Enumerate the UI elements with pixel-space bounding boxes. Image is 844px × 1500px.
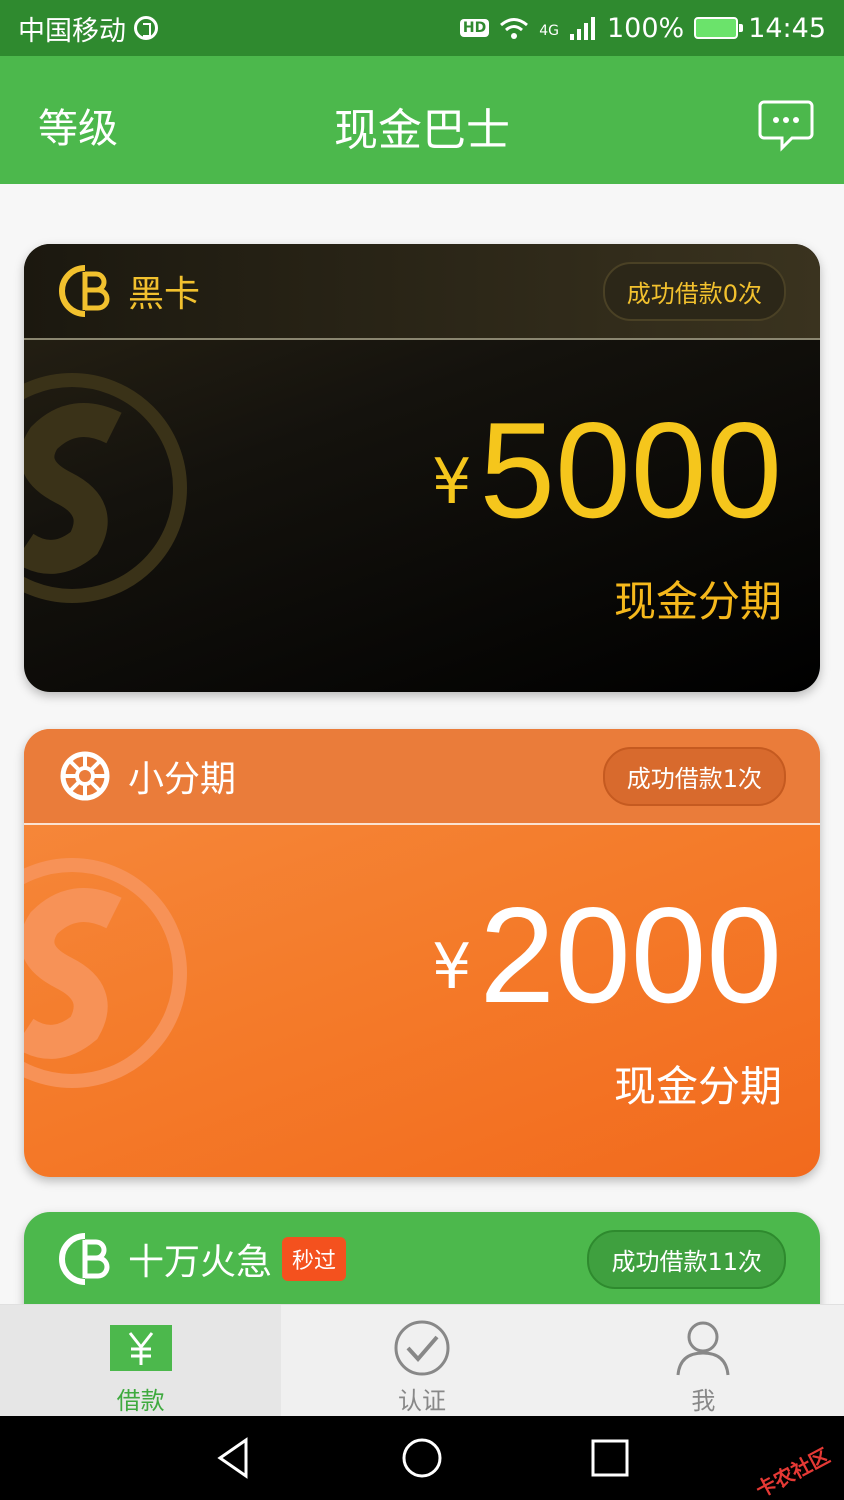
currency-symbol: ¥ xyxy=(432,445,472,518)
system-nav-bar: 卡农社区 xyxy=(0,1416,844,1500)
hd-icon: HD xyxy=(459,19,490,37)
tab-verify[interactable]: 认证 xyxy=(281,1305,562,1416)
clock: 14:45 xyxy=(748,12,826,44)
loan-card-black[interactable]: 黑卡 成功借款0次 ¥ 5000 现金分期 xyxy=(24,244,820,692)
back-icon[interactable] xyxy=(212,1436,256,1480)
carrier-logo-icon xyxy=(134,16,158,40)
tab-loan[interactable]: 借款 xyxy=(0,1305,282,1416)
card-subtitle: 现金分期 xyxy=(613,1062,782,1111)
tab-label: 借款 xyxy=(116,1387,165,1415)
bottom-tab-bar: 借款 认证 我 xyxy=(0,1304,844,1416)
divider xyxy=(24,338,820,340)
loan-count-badge: 成功借款0次 xyxy=(602,261,786,321)
card-name: 黑卡 xyxy=(128,274,201,315)
tab-label: 我 xyxy=(691,1387,716,1415)
app-bar: 等级 现金巴士 xyxy=(0,56,844,184)
divider xyxy=(24,823,820,825)
card-subtitle: 现金分期 xyxy=(613,577,782,626)
watermark-logo: 卡农社区 xyxy=(751,1443,834,1500)
tab-me[interactable]: 我 xyxy=(563,1305,844,1416)
dollar-coin-icon xyxy=(24,373,187,603)
home-icon[interactable] xyxy=(400,1436,444,1480)
card-name: 十万火急 xyxy=(128,1242,273,1283)
amount-display: ¥ 5000 xyxy=(432,402,782,538)
loan-count-badge: 成功借款11次 xyxy=(587,1229,786,1289)
person-icon xyxy=(676,1321,730,1376)
battery-icon xyxy=(694,17,744,39)
loan-card-orange[interactable]: 小分期 成功借款1次 ¥ 2000 现金分期 xyxy=(24,729,820,1177)
fast-approval-tag: 秒过 xyxy=(282,1237,347,1281)
cb-logo-icon xyxy=(59,265,110,317)
dollar-coin-icon xyxy=(24,858,187,1088)
amount-display: ¥ 2000 xyxy=(432,887,782,1023)
status-bar: 中国移动 HD 4G 100% 14:45 xyxy=(0,0,844,56)
carrier-name: 中国移动 xyxy=(18,15,126,47)
loan-count-badge: 成功借款1次 xyxy=(602,746,786,806)
card-name: 小分期 xyxy=(128,759,237,800)
flower-logo-icon xyxy=(60,751,110,801)
recent-apps-icon[interactable] xyxy=(588,1436,632,1480)
amount-value: 2000 xyxy=(479,879,782,1031)
page-title: 现金巴士 xyxy=(334,105,510,156)
tab-label: 认证 xyxy=(397,1387,446,1415)
chat-bubble-icon[interactable] xyxy=(758,96,814,152)
check-circle-icon xyxy=(394,1320,450,1376)
battery-percent: 100% xyxy=(606,12,685,44)
amount-value: 5000 xyxy=(479,394,782,546)
yen-icon xyxy=(109,1325,172,1371)
cb-logo-icon xyxy=(59,1233,110,1285)
signal-icon xyxy=(569,17,595,40)
network-type: 4G xyxy=(539,22,559,39)
currency-symbol: ¥ xyxy=(432,930,472,1003)
wifi-icon xyxy=(500,18,529,39)
